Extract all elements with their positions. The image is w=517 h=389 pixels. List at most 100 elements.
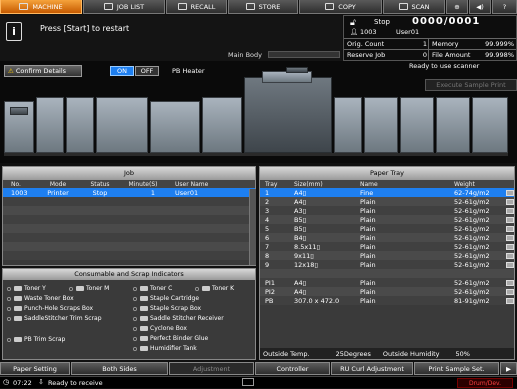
paper-tray-row[interactable]: 1 A4▯ Fine 62-74g/m2 [260,188,514,197]
paper-size-cell: A3▯ [294,206,307,215]
staple-cartridge-indicator: Staple Cartridge [133,294,199,303]
staple-icon [140,316,148,321]
paper-weight-cell: 52-61g/m2 [454,215,490,224]
file-amount-label: File Amount [432,51,471,59]
paper-tray-row[interactable]: PI2 A4▯ Plain 52-61g/m2 [260,287,514,296]
speaker-icon: ◀) [476,2,484,11]
paper-size-cell: B5▯ [294,215,307,224]
tab-recall[interactable]: RECALL [166,0,227,14]
binder-glue-indicator: Perfect Binder Glue [133,334,208,343]
outside-temp-label: Outside Temp. [263,349,310,358]
paper-weight-cell: 52-61g/m2 [454,197,490,206]
memory-value: 99.999% [485,40,514,48]
volume-button[interactable]: ◀) [469,0,491,14]
tab-scan[interactable]: SCAN [383,0,445,14]
paper-name-cell: Plain [360,251,376,260]
keyboard-icon[interactable] [242,378,254,386]
box-icon [14,316,22,321]
receive-icon: ⇩ [38,378,44,386]
job-scrollbar[interactable] [249,189,256,265]
paper-size-cell: 307.0 x 472.0 [294,296,340,305]
tray-level-icon [506,288,514,295]
paper-weight-cell: 52-61g/m2 [454,260,490,269]
copy-icon [325,3,335,10]
paper-tray-row[interactable]: 5 B5▯ Plain 52-61g/m2 [260,224,514,233]
toner-k-indicator: Toner K [195,284,234,293]
paper-tray-cell: 9 [265,260,270,269]
cyclone-box-indicator: Cyclone Box [133,324,187,333]
paper-tray-row[interactable]: 6 B4▯ Plain 52-61g/m2 [260,233,514,242]
toner-icon [202,286,210,291]
tab-adjustment[interactable]: Adjustment [169,362,254,375]
arrow-right-icon: ▶ [506,364,511,373]
help-button[interactable]: ? [492,0,517,14]
paper-tray-row[interactable]: 9 12x18▯ Plain 52-61g/m2 [260,260,514,269]
paper-tray-cell: 2 [265,197,270,206]
tray-level-icon [506,198,514,205]
tab-controller[interactable]: Controller [255,362,330,375]
pb-heater-on-button[interactable]: ON [110,66,134,76]
tab-print-sample-set[interactable]: Print Sample Set. [414,362,499,375]
paper-tray-row[interactable]: 7 8.5x11▯ Plain 52-61g/m2 [260,242,514,251]
paper-name-cell: Plain [360,197,376,206]
humidifier-tank-indicator: Humidifier Tank [133,344,197,353]
staple-icon [140,296,148,301]
machine-area: Ready to use scanner ⚠ Confirm Details ON… [0,61,517,163]
paper-tray-row[interactable] [260,269,514,278]
tray-level-icon [506,216,514,223]
paper-name-cell: Plain [360,242,376,251]
paper-tray-row[interactable]: 2 A4▯ Plain 52-61g/m2 [260,197,514,206]
paper-tray-row[interactable]: 8 9x11▯ Plain 52-61g/m2 [260,251,514,260]
ready-text: Ready to use scanner [409,62,480,70]
paper-tray-title: Paper Tray [260,167,514,180]
store-icon [245,3,255,10]
clock-time: 07:22 [13,379,32,387]
tab-paper-setting[interactable]: Paper Setting [0,362,70,375]
clock-icon: ◷ [3,378,10,386]
tab-next-button[interactable]: ▶ [500,362,517,375]
paper-name-cell: Plain [360,206,376,215]
tray-level-icon [506,243,514,250]
paper-tray-row[interactable]: 4 B5▯ Plain 52-61g/m2 [260,215,514,224]
paper-tray-cell: PB [265,296,274,305]
box-icon [14,337,22,342]
paper-tray-row[interactable]: PB 307.0 x 472.0 Plain 81-91g/m2 [260,296,514,305]
orig-count-value: 1 [422,40,427,48]
toner-icon [140,286,148,291]
toner-icon [76,286,84,291]
paper-tray-cell: PI1 [265,278,275,287]
language-button[interactable]: ⊕ [446,0,468,14]
paper-size-cell: 8.5x11▯ [294,242,321,251]
scan-icon [398,3,408,10]
tab-job-list[interactable]: JOB LIST [83,0,165,14]
message-area: i Press [Start] to restart Main Body [0,15,342,61]
toner-icon [14,286,22,291]
paper-tray-row[interactable]: PI1 A4▯ Plain 52-61g/m2 [260,278,514,287]
paper-weight-cell: 52-61g/m2 [454,242,490,251]
paper-size-cell: A4▯ [294,188,307,197]
tab-both-sides[interactable]: Both Sides [71,362,168,375]
lock-icon: 🔓︎ [350,18,356,28]
confirm-details-button[interactable]: ⚠ Confirm Details [4,65,82,77]
job-row[interactable]: 1003 Printer Stop 1 User01 [3,188,255,197]
pb-heater-off-button[interactable]: OFF [135,66,159,76]
box-icon [14,306,22,311]
drum-dev-button[interactable]: Drum/Dev. [457,378,513,388]
list-icon [103,3,113,10]
paper-tray-cell: 6 [265,233,270,242]
tab-machine[interactable]: MACHINE [0,0,82,14]
execute-sample-print-button[interactable]: Execute Sample Print [425,79,517,91]
user-name: User01 [396,28,420,36]
tab-store[interactable]: STORE [228,0,298,14]
paper-name-cell: Plain [360,224,376,233]
paper-tray-row[interactable]: 3 A3▯ Plain 52-61g/m2 [260,206,514,215]
paper-tray-cell: 3 [265,206,270,215]
reserve-job-label: Reserve Job [347,51,386,59]
tray-level-icon [506,207,514,214]
paper-weight-cell: 52-61g/m2 [454,251,490,260]
tab-ru-curl-adjustment[interactable]: RU Curl Adjustment [331,362,413,375]
paper-tray-cell: 7 [265,242,270,251]
reserve-job-value: 0 [422,51,427,59]
tab-copy[interactable]: COPY [299,0,382,14]
environment-bar: Outside Temp. 25Degrees Outside Humidity… [260,348,514,359]
